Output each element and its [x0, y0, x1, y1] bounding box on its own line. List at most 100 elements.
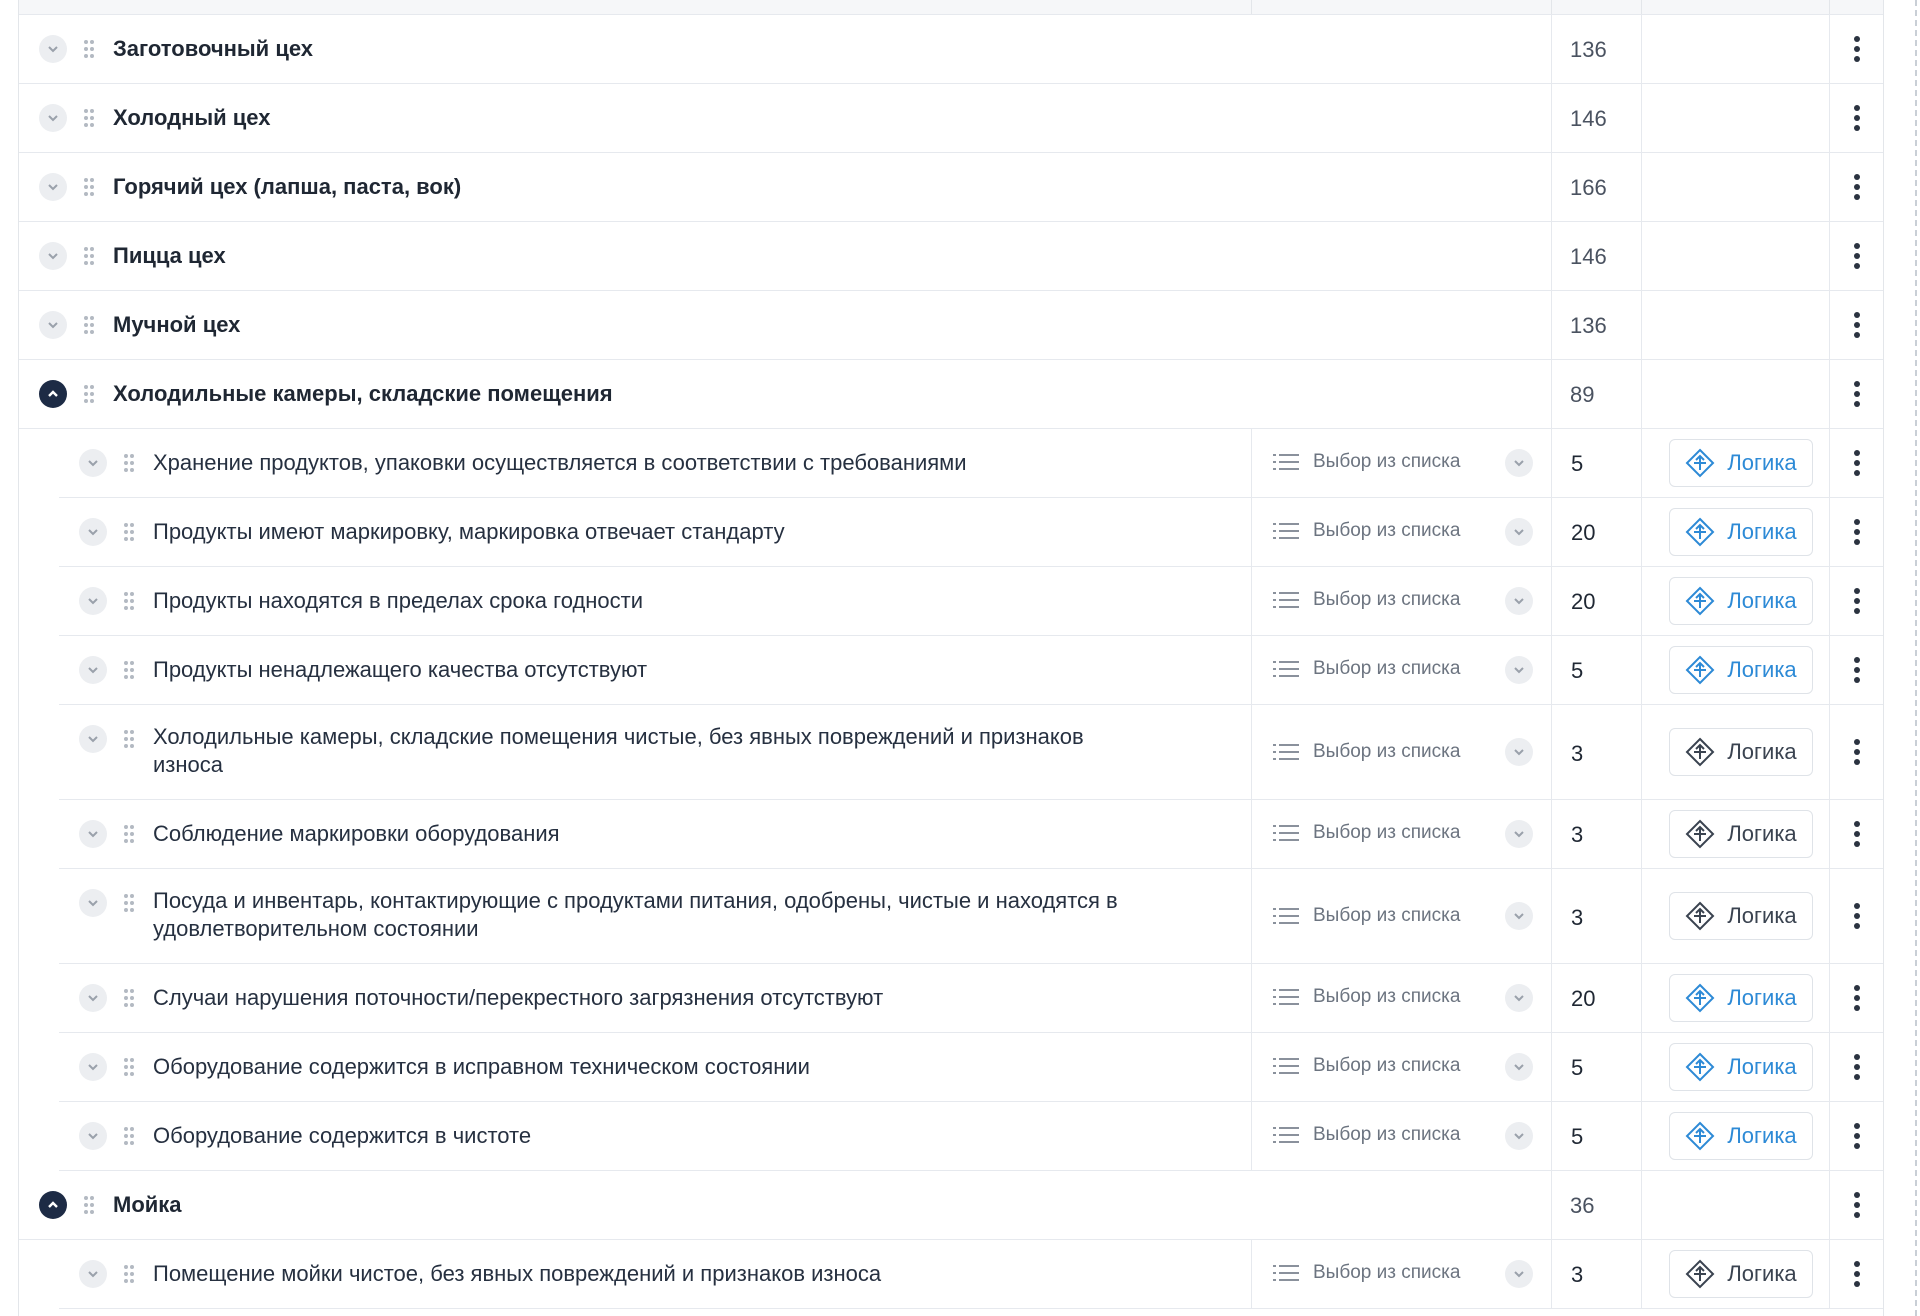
more-options-icon[interactable] [1854, 36, 1860, 62]
group-row[interactable]: Мойка 36 [19, 1171, 1883, 1240]
group-row[interactable]: Холодный цех 146 [19, 84, 1883, 153]
drag-handle-icon[interactable] [123, 1057, 135, 1077]
chevron-up-icon[interactable] [39, 1191, 67, 1219]
logic-button[interactable]: Логика [1669, 892, 1813, 940]
chevron-down-icon[interactable] [79, 587, 107, 615]
chevron-down-icon[interactable] [1505, 820, 1533, 848]
chevron-down-icon[interactable] [1505, 656, 1533, 684]
chevron-down-icon[interactable] [1505, 587, 1533, 615]
drag-handle-icon[interactable] [123, 893, 135, 913]
drag-handle-icon[interactable] [123, 453, 135, 473]
chevron-down-icon[interactable] [79, 725, 107, 753]
chevron-down-icon[interactable] [79, 518, 107, 546]
more-options-icon[interactable] [1854, 312, 1860, 338]
logic-button[interactable]: Логика [1669, 1112, 1813, 1160]
answer-type-select[interactable]: Выбор из списка [1273, 658, 1460, 680]
answer-type-select[interactable]: Выбор из списка [1273, 905, 1460, 927]
checklist-item-row[interactable]: Случаи нарушения поточности/перекрестног… [59, 964, 1883, 1033]
drag-handle-icon[interactable] [123, 1126, 135, 1146]
drag-handle-icon[interactable] [83, 246, 95, 266]
more-options-icon[interactable] [1854, 450, 1860, 476]
drag-handle-icon[interactable] [123, 660, 135, 680]
more-options-icon[interactable] [1854, 1123, 1860, 1149]
chevron-down-icon[interactable] [1505, 738, 1533, 766]
chevron-down-icon[interactable] [79, 656, 107, 684]
checklist-item-row[interactable]: Продукты ненадлежащего качества отсутств… [59, 636, 1883, 705]
checklist-item-row[interactable]: Оборудование содержится в чистоте Выбор … [59, 1102, 1883, 1171]
chevron-down-icon[interactable] [39, 311, 67, 339]
drag-handle-icon[interactable] [83, 108, 95, 128]
chevron-down-icon[interactable] [39, 242, 67, 270]
chevron-down-icon[interactable] [79, 1260, 107, 1288]
chevron-down-icon[interactable] [79, 449, 107, 477]
more-options-icon[interactable] [1854, 519, 1860, 545]
chevron-down-icon[interactable] [79, 1053, 107, 1081]
drag-handle-icon[interactable] [83, 177, 95, 197]
chevron-up-icon[interactable] [39, 380, 67, 408]
answer-type-select[interactable]: Выбор из списка [1273, 520, 1460, 542]
drag-handle-icon[interactable] [83, 384, 95, 404]
more-options-icon[interactable] [1854, 821, 1860, 847]
answer-type-select[interactable]: Выбор из списка [1273, 1124, 1460, 1146]
more-options-icon[interactable] [1854, 1054, 1860, 1080]
drag-handle-icon[interactable] [123, 988, 135, 1008]
chevron-down-icon[interactable] [1505, 984, 1533, 1012]
drag-handle-icon[interactable] [83, 315, 95, 335]
chevron-down-icon[interactable] [1505, 1122, 1533, 1150]
group-row[interactable]: Холодильные камеры, складские помещения … [19, 360, 1883, 429]
checklist-item-row[interactable]: Продукты имеют маркировку, маркировка от… [59, 498, 1883, 567]
logic-button[interactable]: Логика [1669, 728, 1813, 776]
logic-button[interactable]: Логика [1669, 577, 1813, 625]
drag-handle-icon[interactable] [123, 824, 135, 844]
logic-button[interactable]: Логика [1669, 974, 1813, 1022]
logic-button[interactable]: Логика [1669, 646, 1813, 694]
chevron-down-icon[interactable] [79, 820, 107, 848]
answer-type-select[interactable]: Выбор из списка [1273, 822, 1460, 844]
more-options-icon[interactable] [1854, 174, 1860, 200]
drag-handle-icon[interactable] [83, 39, 95, 59]
group-row[interactable]: Мучной цех 136 [19, 291, 1883, 360]
drag-handle-icon[interactable] [123, 522, 135, 542]
logic-button[interactable]: Логика [1669, 1250, 1813, 1298]
drag-handle-icon[interactable] [83, 1195, 95, 1215]
more-options-icon[interactable] [1854, 381, 1860, 407]
logic-button[interactable]: Логика [1669, 439, 1813, 487]
checklist-item-row[interactable]: Холодильные камеры, складские помещения … [59, 705, 1883, 800]
chevron-down-icon[interactable] [39, 35, 67, 63]
more-options-icon[interactable] [1854, 588, 1860, 614]
checklist-item-row[interactable]: Хранение продуктов, упаковки осуществляе… [59, 429, 1883, 498]
answer-type-select[interactable]: Выбор из списка [1273, 451, 1460, 473]
logic-button[interactable]: Логика [1669, 1043, 1813, 1091]
checklist-item-row[interactable]: Посуда и инвентарь, контактирующие с про… [59, 869, 1883, 964]
chevron-down-icon[interactable] [1505, 1053, 1533, 1081]
logic-button[interactable]: Логика [1669, 810, 1813, 858]
checklist-item-row[interactable]: Оборудование содержится в исправном техн… [59, 1033, 1883, 1102]
checklist-item-row[interactable]: Соблюдение маркировки оборудования Выбор… [59, 800, 1883, 869]
drag-handle-icon[interactable] [123, 591, 135, 611]
chevron-down-icon[interactable] [79, 984, 107, 1012]
more-options-icon[interactable] [1854, 739, 1860, 765]
drag-handle-icon[interactable] [123, 1264, 135, 1284]
more-options-icon[interactable] [1854, 243, 1860, 269]
answer-type-select[interactable]: Выбор из списка [1273, 1262, 1460, 1284]
chevron-down-icon[interactable] [1505, 902, 1533, 930]
checklist-item-row[interactable]: Продукты находятся в пределах срока годн… [59, 567, 1883, 636]
chevron-down-icon[interactable] [79, 1122, 107, 1150]
answer-type-select[interactable]: Выбор из списка [1273, 986, 1460, 1008]
more-options-icon[interactable] [1854, 1192, 1860, 1218]
chevron-down-icon[interactable] [39, 173, 67, 201]
answer-type-select[interactable]: Выбор из списка [1273, 589, 1460, 611]
more-options-icon[interactable] [1854, 657, 1860, 683]
group-row[interactable]: Пицца цех 146 [19, 222, 1883, 291]
chevron-down-icon[interactable] [79, 889, 107, 917]
more-options-icon[interactable] [1854, 105, 1860, 131]
drag-handle-icon[interactable] [123, 729, 135, 749]
chevron-down-icon[interactable] [39, 104, 67, 132]
group-row[interactable]: Заготовочный цех 136 [19, 15, 1883, 84]
more-options-icon[interactable] [1854, 903, 1860, 929]
chevron-down-icon[interactable] [1505, 449, 1533, 477]
answer-type-select[interactable]: Выбор из списка [1273, 1055, 1460, 1077]
chevron-down-icon[interactable] [1505, 1260, 1533, 1288]
checklist-item-row[interactable]: Помещение мойки чистое, без явных повреж… [59, 1240, 1883, 1309]
answer-type-select[interactable]: Выбор из списка [1273, 741, 1460, 763]
